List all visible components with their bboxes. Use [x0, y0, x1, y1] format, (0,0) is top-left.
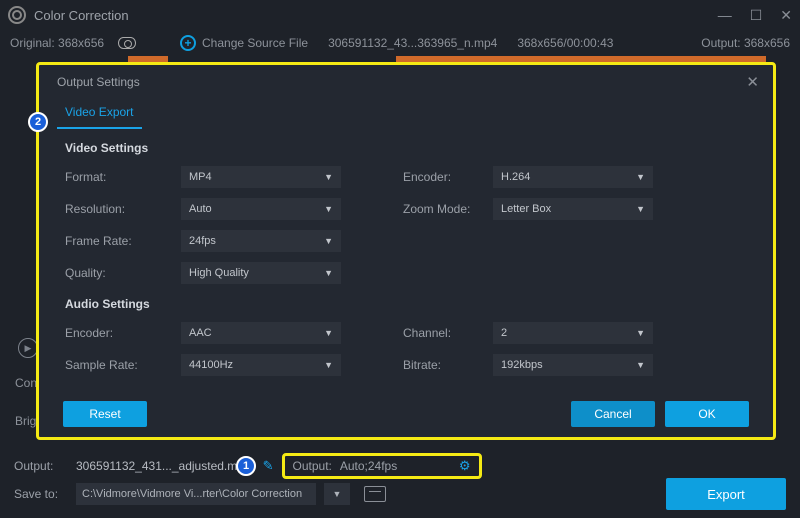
zoom-mode-select[interactable]: Letter Box▼ — [493, 198, 653, 220]
chevron-down-icon: ▼ — [324, 172, 333, 182]
source-filename: 306591132_43...363965_n.mp4 — [328, 36, 497, 50]
quality-label: Quality: — [65, 266, 181, 280]
audio-settings-heading: Audio Settings — [65, 297, 747, 311]
modal-close-icon[interactable]: ✕ — [746, 73, 759, 91]
samplerate-select[interactable]: 44100Hz▼ — [181, 354, 341, 376]
output-format-box[interactable]: Output: Auto;24fps ⚙ — [282, 453, 482, 479]
format-label: Format: — [65, 170, 181, 184]
chevron-down-icon: ▼ — [636, 328, 645, 338]
output-dimensions: Output: 368x656 — [701, 36, 790, 50]
preview-eye-icon[interactable] — [118, 37, 136, 49]
chevron-down-icon: ▼ — [636, 172, 645, 182]
zoom-mode-label: Zoom Mode: — [403, 202, 493, 216]
output-file-label: Output: — [14, 459, 68, 473]
chevron-down-icon: ▼ — [324, 328, 333, 338]
saveto-label: Save to: — [14, 487, 68, 501]
output-settings-modal: Output Settings ✕ Video Export Video Set… — [36, 62, 776, 440]
tab-video-export[interactable]: Video Export — [57, 99, 142, 129]
framerate-select[interactable]: 24fps▼ — [181, 230, 341, 252]
saveto-dropdown[interactable]: ▼ — [324, 483, 350, 505]
body-area: ▶ ▶ Contr Brightn 2 Output Settings ✕ Vi… — [0, 56, 800, 456]
bitrate-select[interactable]: 192kbps▼ — [493, 354, 653, 376]
channel-select[interactable]: 2▼ — [493, 322, 653, 344]
change-source-label: Change Source File — [202, 36, 308, 50]
app-logo-icon — [8, 6, 26, 24]
titlebar: Color Correction — ☐ ✕ — [0, 0, 800, 30]
format-select[interactable]: MP4▼ — [181, 166, 341, 188]
modal-title: Output Settings — [57, 75, 140, 89]
open-folder-icon[interactable] — [364, 486, 386, 502]
plus-circle-icon: + — [180, 35, 196, 51]
output-file-name: 306591132_431..._adjusted.mp4 — [76, 459, 251, 473]
callout-1: 1 — [236, 456, 256, 476]
change-source-button[interactable]: + Change Source File — [180, 35, 308, 51]
chevron-down-icon: ▼ — [324, 204, 333, 214]
chevron-down-icon: ▼ — [636, 204, 645, 214]
video-settings-heading: Video Settings — [65, 141, 747, 155]
window-buttons: — ☐ ✕ — [718, 7, 792, 24]
gear-icon[interactable]: ⚙ — [459, 458, 471, 474]
bitrate-label: Bitrate: — [403, 358, 493, 372]
saveto-path[interactable]: C:\Vidmore\Vidmore Vi...rter\Color Corre… — [76, 483, 316, 505]
encoder-label: Encoder: — [403, 170, 493, 184]
encoder-select[interactable]: H.264▼ — [493, 166, 653, 188]
chevron-down-icon: ▼ — [324, 360, 333, 370]
channel-label: Channel: — [403, 326, 493, 340]
resolution-select[interactable]: Auto▼ — [181, 198, 341, 220]
window-title: Color Correction — [34, 8, 129, 23]
chevron-down-icon: ▼ — [636, 360, 645, 370]
chevron-down-icon: ▼ — [324, 236, 333, 246]
framerate-label: Frame Rate: — [65, 234, 181, 248]
maximize-icon[interactable]: ☐ — [750, 7, 763, 24]
minimize-icon[interactable]: — — [718, 7, 732, 24]
output-format-value: Auto;24fps — [340, 459, 397, 473]
footer: Output: 306591132_431..._adjusted.mp4 ✎ … — [0, 446, 800, 518]
cancel-button[interactable]: Cancel — [571, 401, 655, 427]
quality-select[interactable]: High Quality▼ — [181, 262, 341, 284]
original-dimensions: Original: 368x656 — [10, 36, 104, 50]
callout-2: 2 — [28, 112, 48, 132]
audio-encoder-label: Encoder: — [65, 326, 181, 340]
ok-button[interactable]: OK — [665, 401, 749, 427]
export-button[interactable]: Export — [666, 478, 786, 510]
audio-encoder-select[interactable]: AAC▼ — [181, 322, 341, 344]
play-icon[interactable]: ▶ — [18, 338, 38, 358]
samplerate-label: Sample Rate: — [65, 358, 181, 372]
output-format-label: Output: — [293, 459, 332, 473]
chevron-down-icon: ▼ — [324, 268, 333, 278]
resolution-label: Resolution: — [65, 202, 181, 216]
edit-filename-icon[interactable]: ✎ — [263, 458, 274, 474]
source-dims-duration: 368x656/00:00:43 — [517, 36, 613, 50]
reset-button[interactable]: Reset — [63, 401, 147, 427]
info-bar: Original: 368x656 + Change Source File 3… — [0, 30, 800, 56]
close-icon[interactable]: ✕ — [780, 7, 792, 24]
